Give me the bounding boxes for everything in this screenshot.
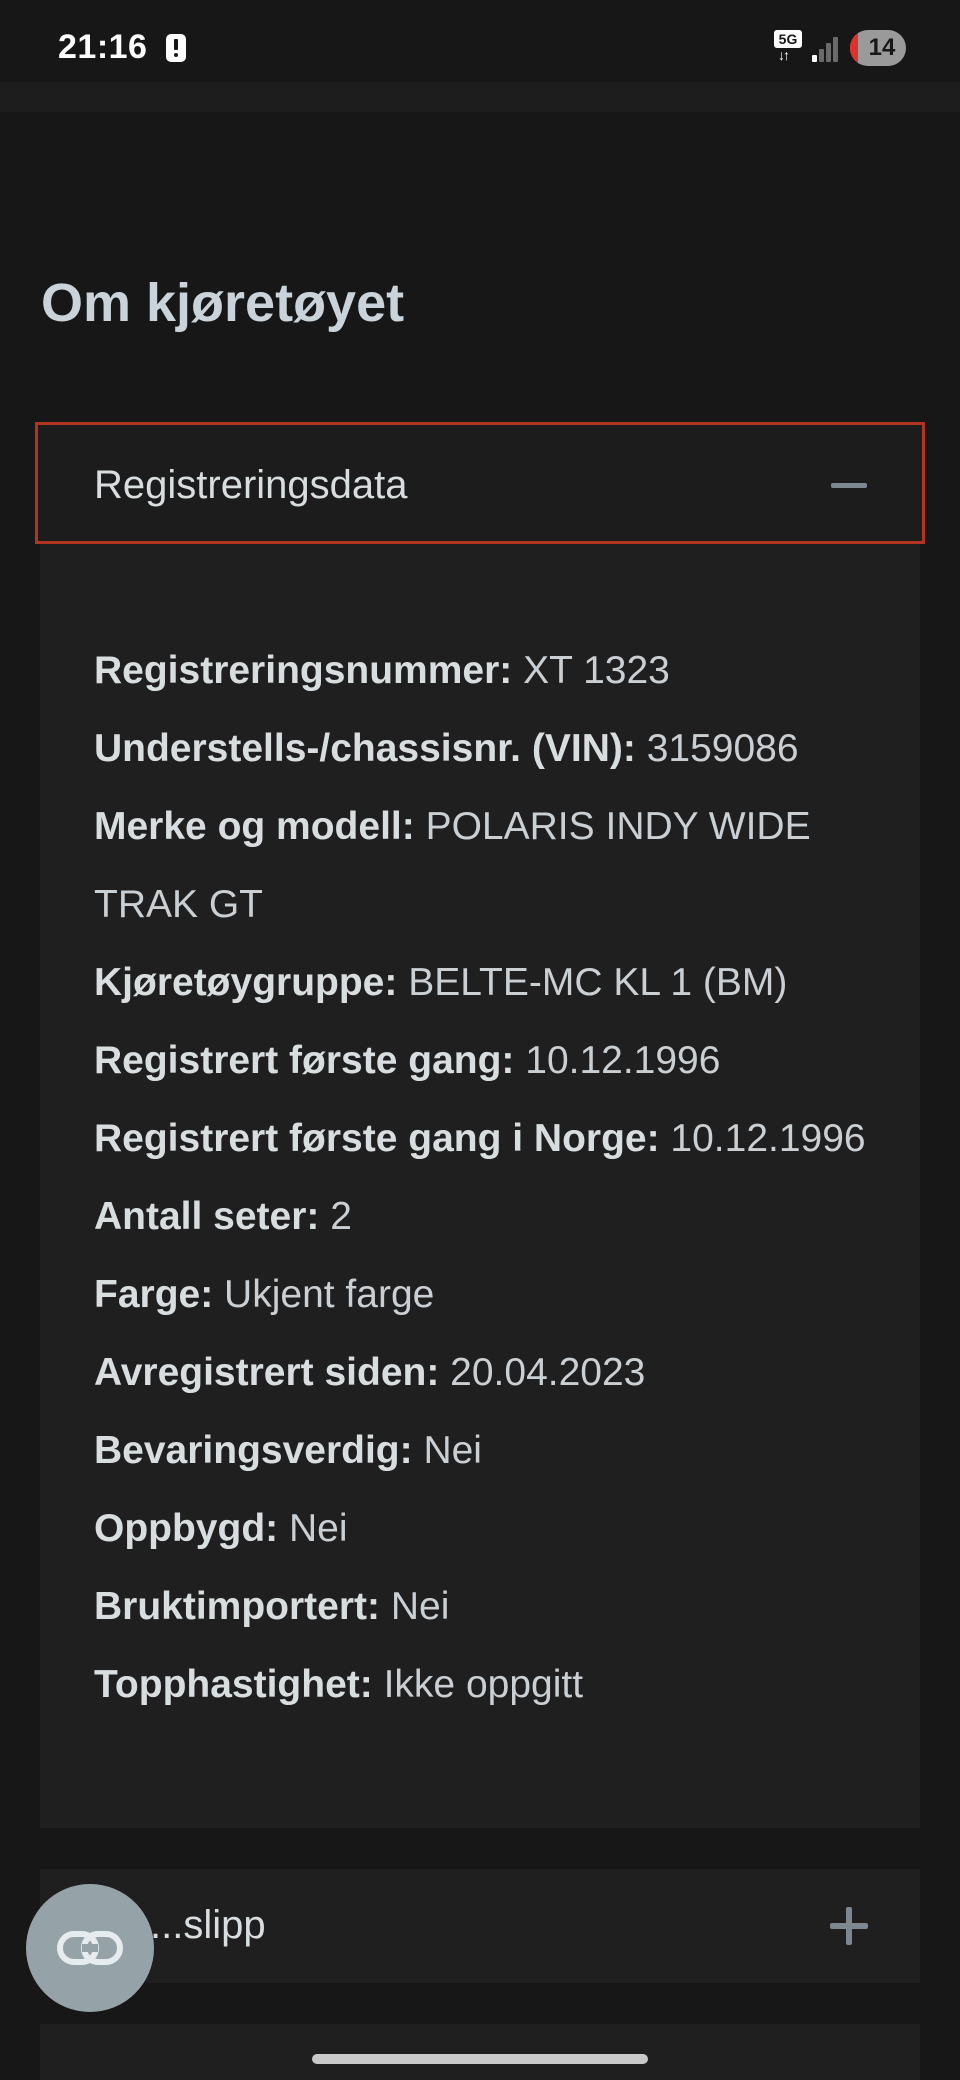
battery-level: 14	[868, 34, 896, 61]
field-value: Nei	[390, 1585, 450, 1628]
registration-field-row: Oppbygd: Nei	[94, 1490, 874, 1568]
field-value: 10.12.1996	[525, 1039, 721, 1082]
field-value: 3159086	[646, 727, 799, 770]
field-label: Registreringsnummer:	[94, 649, 513, 692]
signal-strength-icon	[812, 34, 840, 62]
registration-field-row: Antall seter: 2	[94, 1178, 874, 1256]
link-fab-button[interactable]	[26, 1884, 154, 2012]
registration-field-row: Understells-/chassisnr. (VIN): 3159086	[94, 710, 874, 788]
field-value: Ukjent farge	[224, 1273, 435, 1316]
status-bar: 21:16 5G ↓↑ 14	[0, 0, 960, 86]
registration-field-row: Bevaringsverdig: Nei	[94, 1412, 874, 1490]
field-label: Registrert første gang i Norge:	[94, 1117, 660, 1160]
expand-plus-icon[interactable]	[830, 1907, 868, 1945]
field-value: Nei	[288, 1507, 348, 1550]
collapse-minus-icon[interactable]	[831, 483, 867, 488]
field-label: Registrert første gang:	[94, 1039, 515, 1082]
registration-field-row: Registrert første gang: 10.12.1996	[94, 1022, 874, 1100]
section-accordion-header[interactable]: ...slipp	[40, 1869, 920, 1983]
field-label: Merke og modell:	[94, 805, 415, 848]
network-label: 5G	[774, 30, 802, 48]
registration-field-row: Avregistrert siden: 20.04.2023	[94, 1334, 874, 1412]
field-label: Kjøretøygruppe:	[94, 961, 398, 1004]
field-value: Nei	[423, 1429, 482, 1472]
field-value: XT 1323	[523, 649, 670, 692]
status-time: 21:16	[58, 28, 148, 66]
registration-accordion-panel: Registreringsnummer: XT 1323 Understells-…	[40, 544, 920, 1828]
field-value: 2	[330, 1195, 352, 1238]
alert-icon	[166, 34, 186, 62]
registration-field-row: Farge: Ukjent farge	[94, 1256, 874, 1334]
field-label: Understells-/chassisnr. (VIN):	[94, 727, 636, 770]
field-label: Bevaringsverdig:	[94, 1429, 413, 1472]
section-accordion-label: ...slipp	[150, 1903, 266, 1947]
next-accordion-header[interactable]	[40, 2024, 920, 2080]
registration-field-row: Bruktimportert: Nei	[94, 1568, 874, 1646]
field-label: Avregistrert siden:	[94, 1351, 440, 1394]
field-value: Ikke oppgitt	[383, 1663, 584, 1706]
signal-bar	[812, 55, 817, 62]
field-value: 20.04.2023	[450, 1351, 646, 1394]
signal-bar	[819, 49, 824, 62]
signal-bar	[833, 37, 838, 62]
home-indicator[interactable]	[312, 2054, 648, 2064]
registration-accordion-header[interactable]: Registreringsdata	[35, 422, 925, 544]
registration-field-row: Registrert første gang i Norge: 10.12.19…	[94, 1100, 874, 1178]
network-arrows-icon: ↓↑	[778, 47, 790, 63]
field-label: Antall seter:	[94, 1195, 320, 1238]
page-title: Om kjøretøyet	[41, 273, 405, 333]
battery-icon: 14	[850, 30, 906, 66]
field-label: Bruktimportert:	[94, 1585, 381, 1628]
field-value: 10.12.1996	[670, 1117, 866, 1160]
registration-field-list: Registreringsnummer: XT 1323 Understells-…	[94, 632, 874, 1724]
signal-bar	[826, 43, 831, 62]
network-5g-icon: 5G ↓↑	[774, 30, 804, 64]
registration-accordion-label: Registreringsdata	[94, 463, 408, 507]
app-top-bar	[0, 82, 960, 112]
field-label: Topphastighet:	[94, 1663, 373, 1706]
link-icon	[57, 1931, 123, 1965]
registration-field-row: Topphastighet: Ikke oppgitt	[94, 1646, 874, 1724]
registration-field-row: Merke og modell: POLARIS INDY WIDE TRAK …	[94, 788, 874, 944]
field-label: Farge:	[94, 1273, 214, 1316]
registration-field-row: Kjøretøygruppe: BELTE-MC KL 1 (BM)	[94, 944, 874, 1022]
field-label: Oppbygd:	[94, 1507, 279, 1550]
field-value: BELTE-MC KL 1 (BM)	[408, 961, 788, 1004]
registration-field-row: Registreringsnummer: XT 1323	[94, 632, 874, 710]
